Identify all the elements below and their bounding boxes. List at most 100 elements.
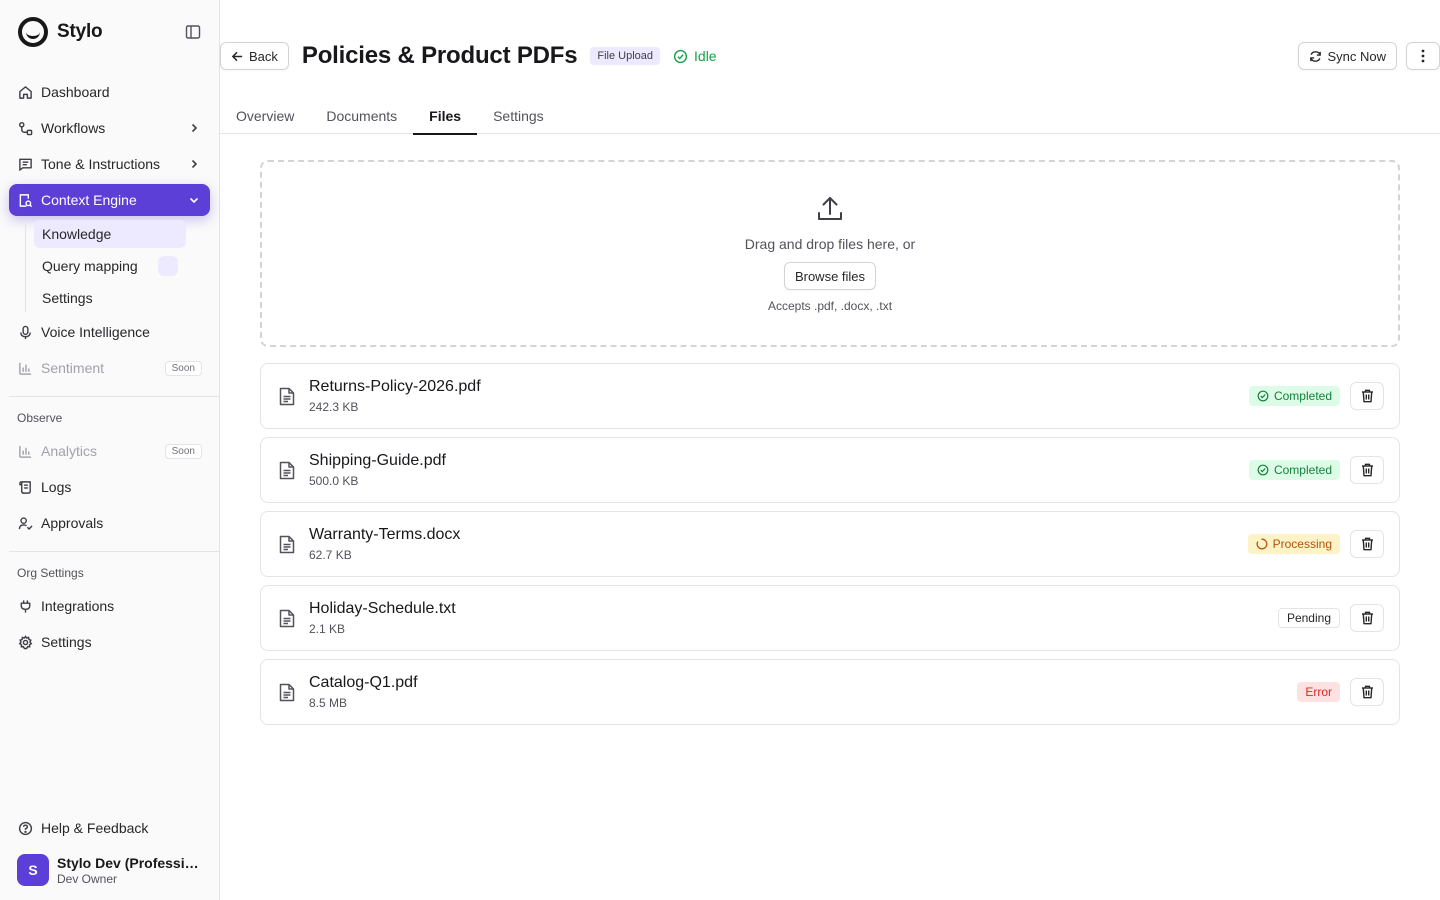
file-size: 500.0 KB xyxy=(309,474,359,488)
scroll-icon xyxy=(17,479,33,495)
subnav-item-query-mapping[interactable]: Query mapping xyxy=(34,252,186,280)
sidebar-item-label: Tone & Instructions xyxy=(41,156,161,172)
file-text-icon xyxy=(277,460,297,480)
file-text-icon xyxy=(277,386,297,406)
home-icon xyxy=(17,84,33,100)
main-content: Back Policies & Product PDFs File Upload… xyxy=(220,0,1440,900)
indicator-badge xyxy=(158,256,178,276)
tab-bar: Overview Documents Files Settings xyxy=(220,98,1440,135)
file-size: 8.5 MB xyxy=(309,696,348,710)
delete-file-button[interactable] xyxy=(1350,678,1384,706)
subnav-item-label: Query mapping xyxy=(42,258,138,274)
more-options-button[interactable] xyxy=(1406,42,1440,70)
file-size: 62.7 KB xyxy=(309,548,352,562)
subnav-item-label: Knowledge xyxy=(42,226,112,242)
delete-file-button[interactable] xyxy=(1350,604,1384,632)
dropzone-text: Drag and drop files here, or xyxy=(744,236,916,252)
trash-icon xyxy=(1361,537,1374,551)
file-row: Catalog-Q1.pdf 8.5 MB Error xyxy=(260,659,1400,725)
trash-icon xyxy=(1361,611,1374,625)
status-badge: Processing xyxy=(1247,534,1340,554)
page-title: Policies & Product PDFs xyxy=(301,42,578,69)
message-square-icon xyxy=(17,156,33,172)
header-actions: Sync Now xyxy=(1298,42,1440,70)
subnav-item-label: Settings xyxy=(42,290,93,306)
brand: Stylo xyxy=(0,0,219,64)
sidebar-divider xyxy=(9,396,219,397)
sidebar-item-integrations[interactable]: Integrations xyxy=(9,590,210,622)
check-circle-icon xyxy=(1257,464,1269,476)
status-badge-label: Pending xyxy=(1286,611,1331,625)
sidebar-item-org-settings[interactable]: Settings xyxy=(9,626,210,658)
arrow-left-icon xyxy=(231,50,244,63)
tab-settings[interactable]: Settings xyxy=(477,98,560,134)
sidebar-item-label: Workflows xyxy=(41,120,106,136)
context-engine-subnav: Knowledge Query mapping Settings xyxy=(25,220,210,312)
sidebar-item-label: Sentiment xyxy=(41,360,105,376)
sidebar-item-label: Dashboard xyxy=(41,84,110,100)
sidebar-item-workflows[interactable]: Workflows xyxy=(9,112,210,144)
status-badge: Completed xyxy=(1248,386,1340,406)
sync-now-label: Sync Now xyxy=(1327,48,1386,64)
sidebar-item-logs[interactable]: Logs xyxy=(9,471,210,503)
delete-file-button[interactable] xyxy=(1350,382,1384,410)
help-feedback-link[interactable]: Help & Feedback xyxy=(9,812,210,844)
delete-file-button[interactable] xyxy=(1350,456,1384,484)
refresh-icon xyxy=(1309,50,1322,63)
sidebar-item-dashboard[interactable]: Dashboard xyxy=(9,76,210,108)
check-circle-icon xyxy=(1257,390,1269,402)
sidebar-item-label: Context Engine xyxy=(41,192,137,208)
sidebar-item-approvals[interactable]: Approvals xyxy=(9,507,210,539)
subnav-item-settings[interactable]: Settings xyxy=(34,284,186,312)
sidebar-item-sentiment: Sentiment Soon xyxy=(9,352,210,384)
accepted-formats: Accepts .pdf, .docx, .txt xyxy=(767,299,893,313)
back-button[interactable]: Back xyxy=(220,42,289,70)
file-dropzone[interactable]: Drag and drop files here, or Browse file… xyxy=(260,160,1400,347)
user-name: Stylo Dev (Professio... xyxy=(57,854,203,871)
file-row: Warranty-Terms.docx 62.7 KB Processing xyxy=(260,511,1400,577)
observe-nav: Analytics Soon Logs Approvals xyxy=(0,431,219,543)
user-check-icon xyxy=(17,515,33,531)
plug-icon xyxy=(17,598,33,614)
back-button-label: Back xyxy=(249,48,278,64)
file-name: Returns-Policy-2026.pdf xyxy=(309,378,481,395)
tab-documents[interactable]: Documents xyxy=(310,98,413,134)
file-size: 242.3 KB xyxy=(309,400,359,414)
status-badge: Completed xyxy=(1248,460,1340,480)
chevron-right-icon xyxy=(186,156,202,172)
bar-chart-icon xyxy=(17,443,33,459)
chevron-right-icon xyxy=(186,120,202,136)
sidebar-toggle-icon[interactable] xyxy=(183,22,203,42)
sidebar-item-label: Integrations xyxy=(41,598,115,614)
status-badge: Pending xyxy=(1277,608,1340,628)
gear-icon xyxy=(17,634,33,650)
page-header: Back Policies & Product PDFs File Upload… xyxy=(220,42,1440,70)
workflow-icon xyxy=(17,120,33,136)
browse-files-button[interactable]: Browse files xyxy=(783,262,877,290)
file-name: Holiday-Schedule.txt xyxy=(309,600,456,617)
sidebar: Stylo Dashboard Workflows Tone & Instruc… xyxy=(0,0,220,900)
tab-files[interactable]: Files xyxy=(413,98,477,135)
sidebar-item-context-engine[interactable]: Context Engine xyxy=(9,184,210,216)
more-vertical-icon xyxy=(1421,49,1425,63)
sidebar-item-label: Voice Intelligence xyxy=(41,324,150,340)
sidebar-item-analytics: Analytics Soon xyxy=(9,435,210,467)
org-nav: Integrations Settings xyxy=(0,586,219,662)
file-name: Shipping-Guide.pdf xyxy=(309,452,446,469)
sync-now-button[interactable]: Sync Now xyxy=(1298,42,1397,70)
subnav-item-knowledge[interactable]: Knowledge xyxy=(34,220,186,248)
status-text: Idle xyxy=(694,48,717,64)
status-indicator: Idle xyxy=(673,48,717,64)
sidebar-item-voice-intelligence[interactable]: Voice Intelligence xyxy=(9,316,210,348)
tab-overview[interactable]: Overview xyxy=(220,98,310,134)
sidebar-item-tone-instructions[interactable]: Tone & Instructions xyxy=(9,148,210,180)
trash-icon xyxy=(1361,389,1374,403)
file-list: Returns-Policy-2026.pdf 242.3 KB Complet… xyxy=(260,363,1400,733)
search-document-icon xyxy=(17,192,33,208)
upload-icon xyxy=(815,194,845,224)
user-profile[interactable]: S Stylo Dev (Professio... Dev Owner xyxy=(9,848,210,886)
sidebar-footer: Help & Feedback S Stylo Dev (Professio..… xyxy=(0,808,219,900)
trash-icon xyxy=(1361,463,1374,477)
delete-file-button[interactable] xyxy=(1350,530,1384,558)
sidebar-item-label: Logs xyxy=(41,479,72,495)
